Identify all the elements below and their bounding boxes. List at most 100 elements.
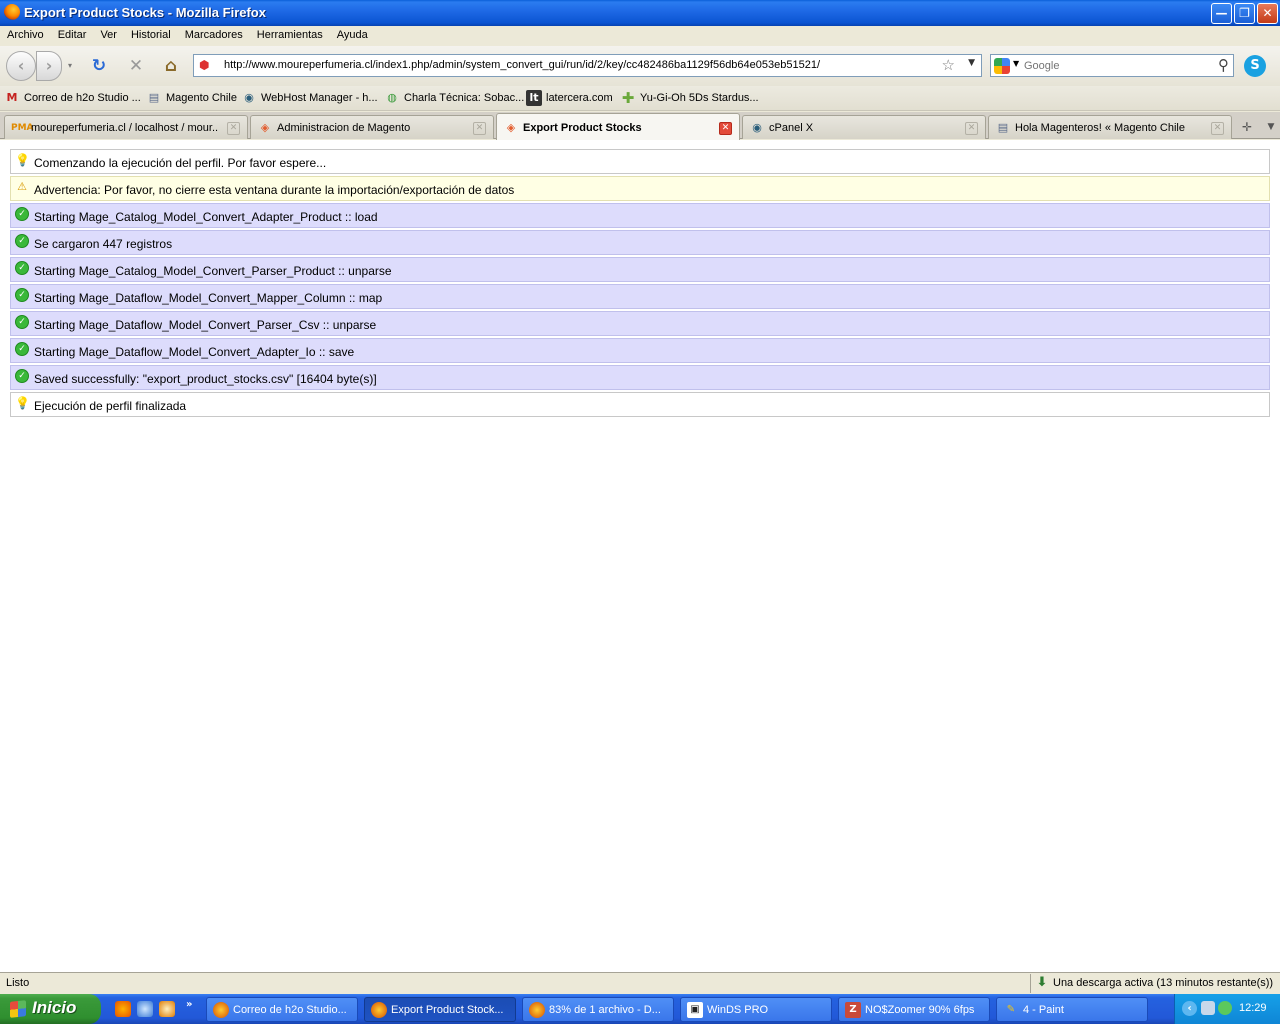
search-bar[interactable]: ▼ ⚲ — [990, 54, 1234, 77]
security-icon[interactable] — [1218, 1001, 1232, 1015]
status-bar: Listo ⬇ Una descarga activa (13 minutos … — [0, 972, 1280, 994]
stop-button[interactable]: ✕ — [126, 56, 146, 76]
bookmark-item[interactable]: ◉ WebHost Manager - h... — [241, 90, 377, 107]
windows-taskbar: Inicio » Correo de h2o Studio... Export … — [0, 994, 1280, 1024]
close-tab-icon[interactable]: ✕ — [473, 122, 486, 135]
close-tab-icon[interactable]: ✕ — [719, 122, 732, 135]
taskbar-item-active[interactable]: Export Product Stock... — [364, 997, 516, 1022]
reload-button[interactable]: ↻ — [89, 56, 109, 76]
tab-cpanel[interactable]: ◉ cPanel X ✕ — [742, 115, 986, 139]
engine-dropdown-icon[interactable]: ▼ — [1013, 59, 1019, 68]
close-tab-icon[interactable]: ✕ — [965, 122, 978, 135]
message-row-success: ✓ Starting Mage_Catalog_Model_Convert_Pa… — [10, 257, 1270, 282]
firefox-icon — [529, 1002, 545, 1018]
taskbar-item[interactable]: ▣ WinDS PRO — [680, 997, 832, 1022]
message-row-warning: ⚠ Advertencia: Por favor, no cierre esta… — [10, 176, 1270, 201]
message-row: 💡 Ejecución de perfil finalizada — [10, 392, 1270, 417]
message-row: 💡 Comenzando la ejecución del perfil. Po… — [10, 149, 1270, 174]
message-row-success: ✓ Starting Mage_Dataflow_Model_Convert_M… — [10, 284, 1270, 309]
cpanel-icon: ◉ — [752, 121, 762, 134]
close-tab-icon[interactable]: ✕ — [1211, 122, 1224, 135]
download-icon: ⬇ — [1036, 975, 1048, 990]
back-button[interactable]: ‹ — [6, 51, 36, 81]
bookmark-star-icon[interactable]: ☆ — [942, 56, 955, 74]
menu-marcadores[interactable]: Marcadores — [178, 26, 250, 41]
quicklaunch-more-icon[interactable]: » — [186, 1000, 196, 1017]
window-titlebar[interactable]: Export Product Stocks - Mozilla Firefox … — [0, 0, 1280, 26]
window-title: Export Product Stocks - Mozilla Firefox — [24, 5, 266, 20]
plus-icon: ✚ — [621, 89, 635, 107]
winds-icon: ▣ — [687, 1002, 703, 1018]
lightbulb-icon: 💡 — [15, 153, 30, 167]
status-text: Listo — [6, 977, 30, 989]
latercera-icon: lt — [526, 90, 542, 106]
magento-icon: ◈ — [260, 121, 270, 134]
lightbulb-icon: 💡 — [15, 396, 30, 410]
network-icon[interactable] — [1201, 1001, 1215, 1015]
forward-button[interactable]: › — [36, 51, 62, 81]
menu-ayuda[interactable]: Ayuda — [330, 26, 375, 41]
history-dropdown-icon[interactable]: ▾ — [64, 56, 76, 76]
download-status[interactable]: ⬇ Una descarga activa (13 minutos restan… — [1030, 974, 1276, 993]
navigation-toolbar: ‹ › ▾ ↻ ✕ ⌂ ⬢ http://www.moureperfumeria… — [0, 46, 1280, 86]
check-icon: ✓ — [15, 288, 29, 302]
page-icon: ▤ — [148, 91, 160, 104]
firefox-icon — [213, 1002, 229, 1018]
zoomer-icon: Z — [845, 1002, 861, 1018]
search-input[interactable] — [1024, 58, 1204, 74]
message-row-success: ✓ Starting Mage_Catalog_Model_Convert_Ad… — [10, 203, 1270, 228]
close-window-button[interactable]: ✕ — [1257, 3, 1278, 24]
url-text[interactable]: http://www.moureperfumeria.cl/index1.php… — [224, 59, 820, 71]
bookmark-item[interactable]: ✚ Yu-Gi-Oh 5Ds Stardus... — [620, 90, 759, 107]
tab-magento-admin[interactable]: ◈ Administracion de Magento ✕ — [250, 115, 494, 139]
quicklaunch-firefox-icon[interactable] — [115, 1001, 131, 1017]
taskbar-item[interactable]: Correo de h2o Studio... — [206, 997, 358, 1022]
check-icon: ✓ — [15, 234, 29, 248]
bookmark-item[interactable]: ▤ Magento Chile — [146, 90, 237, 107]
site-favicon-icon: ⬢ — [199, 58, 210, 72]
menu-ver[interactable]: Ver — [93, 26, 124, 41]
quicklaunch-app-icon[interactable] — [159, 1001, 175, 1017]
new-tab-icon[interactable]: ✛ — [1236, 116, 1258, 138]
skype-icon[interactable]: S — [1244, 55, 1266, 77]
home-button[interactable]: ⌂ — [161, 56, 181, 76]
bookmark-item[interactable]: M Correo de h2o Studio ... — [4, 90, 141, 107]
bookmark-item[interactable]: ◍ Charla Técnica: Sobac... — [384, 90, 524, 107]
show-hidden-icons-icon[interactable]: ‹ — [1182, 1001, 1197, 1016]
start-button[interactable]: Inicio — [0, 994, 101, 1024]
taskbar-item[interactable]: Z NO$Zoomer 90% 6fps — [838, 997, 990, 1022]
message-row-success: ✓ Saved successfully: "export_product_st… — [10, 365, 1270, 390]
url-dropdown-icon[interactable]: ▼ — [968, 58, 975, 68]
search-icon[interactable]: ⚲ — [1218, 56, 1229, 74]
menu-herramientas[interactable]: Herramientas — [250, 26, 330, 41]
message-row-success: ✓ Se cargaron 447 registros — [10, 230, 1270, 255]
url-bar[interactable]: ⬢ http://www.moureperfumeria.cl/index1.p… — [193, 54, 982, 77]
taskbar-item[interactable]: ✎ 4 - Paint — [996, 997, 1148, 1022]
bookmark-item[interactable]: lt latercera.com — [526, 90, 613, 107]
tab-magento-chile[interactable]: ▤ Hola Magenteros! « Magento Chile ✕ — [988, 115, 1232, 139]
minimize-button[interactable]: — — [1211, 3, 1232, 24]
windows-flag-icon — [10, 1000, 26, 1018]
tab-phpmyadmin[interactable]: PMA moureperfumeria.cl / localhost / mou… — [4, 115, 248, 139]
close-tab-icon[interactable]: ✕ — [227, 122, 240, 135]
pma-icon: PMA — [11, 123, 34, 133]
menu-archivo[interactable]: Archivo — [0, 26, 51, 41]
firefox-icon — [371, 1002, 387, 1018]
menu-historial[interactable]: Historial — [124, 26, 178, 41]
bookmarks-toolbar: M Correo de h2o Studio ... ▤ Magento Chile… — [0, 86, 1280, 111]
google-icon[interactable] — [994, 58, 1010, 74]
magento-icon: ◈ — [506, 121, 516, 134]
page-content: 💡 Comenzando la ejecución del perfil. Po… — [0, 140, 1280, 972]
clock[interactable]: 12:29 — [1239, 1002, 1267, 1014]
chrome-icon: ◍ — [387, 91, 397, 104]
restore-button[interactable]: ❐ — [1234, 3, 1255, 24]
taskbar-item[interactable]: 83% de 1 archivo - D... — [522, 997, 674, 1022]
tab-strip: PMA moureperfumeria.cl / localhost / mou… — [0, 112, 1280, 140]
menu-bar: Archivo Editar Ver Historial Marcadores Herra… — [0, 26, 1280, 46]
tab-export-product-stocks[interactable]: ◈ Export Product Stocks ✕ — [496, 113, 740, 140]
warning-icon: ⚠ — [17, 180, 27, 193]
menu-editar[interactable]: Editar — [51, 26, 94, 41]
check-icon: ✓ — [15, 207, 29, 221]
quicklaunch-ie-icon[interactable] — [137, 1001, 153, 1017]
list-tabs-icon[interactable]: ▼ — [1260, 116, 1280, 138]
